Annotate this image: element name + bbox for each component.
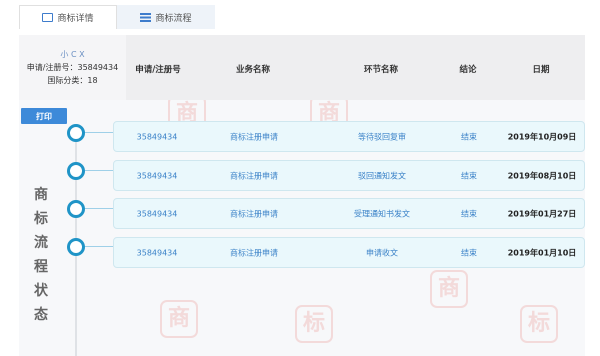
- step-name: 等待驳回复审: [358, 132, 406, 141]
- timeline-connector: [84, 170, 113, 171]
- trademark-name: 小 C X: [60, 50, 85, 59]
- print-button[interactable]: 打印: [21, 108, 67, 124]
- table-row: 35849434 商标注册申请 申请收文 结束 2019年01月10日: [113, 237, 585, 268]
- watermark-glyph: 标: [520, 305, 558, 343]
- title-char: 标: [34, 211, 48, 227]
- title-char: 态: [34, 307, 48, 323]
- title-char: 商: [34, 187, 48, 203]
- reg-no-link[interactable]: 35849434: [137, 209, 178, 218]
- date: 2019年01月10日: [507, 248, 577, 257]
- result: 结束: [461, 132, 477, 141]
- watermark-glyph: 标: [295, 305, 333, 343]
- column-header-reg-no: 申请/注册号: [135, 65, 181, 75]
- result: 结束: [461, 209, 477, 218]
- title-char: 流: [34, 235, 48, 251]
- result: 结束: [461, 248, 477, 257]
- list-icon: [140, 12, 152, 22]
- watermark-glyph: 商: [160, 300, 198, 338]
- timeline-connector: [84, 132, 113, 133]
- timeline-connector: [84, 246, 113, 247]
- table-row: 35849434 商标注册申请 驳回通知发文 结束 2019年08月10日: [113, 160, 585, 191]
- result: 结束: [461, 171, 477, 180]
- timeline-connector: [84, 208, 113, 209]
- table-row: 35849434 商标注册申请 等待驳回复审 结束 2019年10月09日: [113, 121, 585, 152]
- timeline-node-icon: [67, 200, 85, 218]
- tab-trademark-details[interactable]: 商标详情: [19, 5, 117, 29]
- step-name: 受理通知书发文: [354, 209, 410, 218]
- tab-label: 商标流程: [155, 13, 192, 24]
- date: 2019年10月09日: [507, 132, 577, 141]
- id-card-icon: [42, 13, 54, 22]
- title-char: 程: [34, 259, 48, 275]
- trademark-status-title: 商 标 流 程 状 态: [30, 183, 52, 327]
- timeline-node-icon: [67, 124, 85, 142]
- timeline-node-icon: [67, 238, 85, 256]
- column-header-business: 业务名称: [235, 65, 271, 75]
- date: 2019年08月10日: [507, 171, 577, 180]
- trademark-info-box: 小 C X 申请/注册号：35849434 国际分类：18: [19, 35, 126, 100]
- column-header-step: 环节名称: [363, 65, 399, 75]
- step-name: 驳回通知发文: [358, 171, 406, 180]
- registration-number: 申请/注册号：35849434: [26, 63, 119, 72]
- table-row: 35849434 商标注册申请 受理通知书发文 结束 2019年01月27日: [113, 198, 585, 229]
- business-name: 商标注册申请: [230, 171, 278, 180]
- business-name: 商标注册申请: [230, 132, 278, 141]
- date: 2019年01月27日: [507, 209, 577, 218]
- international-class: 国际分类：18: [47, 76, 98, 85]
- tab-trademark-process[interactable]: 商标流程: [117, 5, 215, 29]
- business-name: 商标注册申请: [230, 248, 278, 257]
- watermark-glyph: 商: [430, 270, 468, 308]
- tab-label: 商标详情: [57, 14, 94, 24]
- timeline-node-icon: [67, 162, 85, 180]
- column-header-result: 结论: [459, 65, 477, 75]
- title-char: 状: [34, 283, 48, 299]
- reg-no-link[interactable]: 35849434: [137, 248, 178, 257]
- reg-no-link[interactable]: 35849434: [137, 171, 178, 180]
- tab-bar: 商标详情 商标流程: [19, 5, 215, 29]
- business-name: 商标注册申请: [230, 209, 278, 218]
- step-name: 申请收文: [366, 248, 398, 257]
- column-header-date: 日期: [532, 65, 550, 75]
- reg-no-link[interactable]: 35849434: [137, 132, 178, 141]
